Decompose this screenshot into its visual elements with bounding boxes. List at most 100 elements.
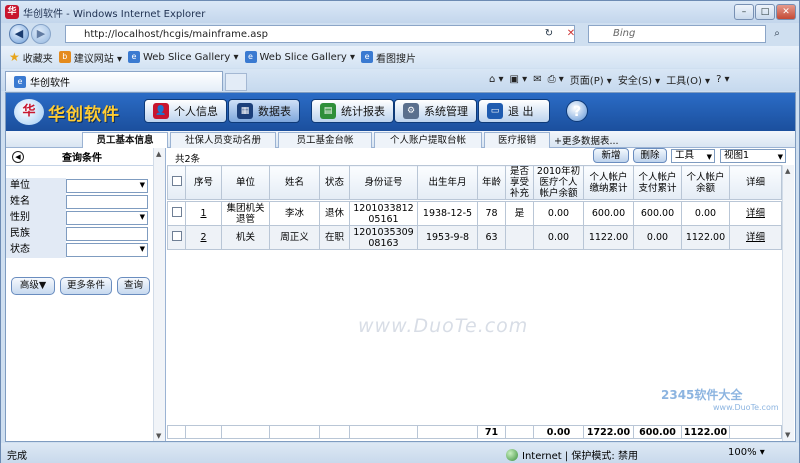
detail-link[interactable]: 详细 xyxy=(729,225,782,250)
home-button[interactable]: ⌂ ▾ xyxy=(489,74,504,85)
zoom-level[interactable]: 100% ▾ xyxy=(728,447,765,458)
table-header-row: 序号 单位 姓名 状态 身份证号 出生年月 年龄 是否享受补充 2010年初医疗… xyxy=(167,165,782,200)
data-table-button[interactable]: ▦ 数据表 xyxy=(228,99,300,123)
column-header[interactable]: 个人帐户余额 xyxy=(681,165,730,200)
more-tables-link[interactable]: +更多数据表... xyxy=(554,133,619,147)
logout-button[interactable]: ▭ 退 出 xyxy=(478,99,550,123)
column-header[interactable]: 序号 xyxy=(185,165,222,200)
column-header[interactable]: 2010年初医疗个人帐户余额 xyxy=(533,165,584,200)
total-balance-2010: 0.00 xyxy=(533,425,584,439)
favorites-item-webslice-2[interactable]: e Web Slice Gallery ▾ xyxy=(244,51,355,63)
tab-account-withdrawal[interactable]: 个人账户提取台帐 xyxy=(374,132,482,148)
star-icon: ★ xyxy=(9,50,20,64)
address-field[interactable]: http://localhost/hcgis/mainframe.asp xyxy=(65,25,575,43)
search-input[interactable]: Bing xyxy=(588,25,766,43)
checkbox[interactable] xyxy=(171,176,182,186)
column-header[interactable]: 姓名 xyxy=(269,165,320,200)
globe-icon xyxy=(506,448,518,461)
personal-info-button[interactable]: 👤 个人信息 xyxy=(144,99,227,123)
stop-icon[interactable]: ✕ xyxy=(563,26,579,42)
row-checkbox[interactable] xyxy=(171,207,182,217)
grid-scrollbar[interactable]: ▲ ▼ xyxy=(782,165,794,441)
back-button[interactable]: ◀ xyxy=(9,24,29,44)
advanced-button[interactable]: 高级▼ xyxy=(11,277,55,295)
table-row[interactable]: 1 集团机关退管 李冰 退休 120103381205161 1938-12-5… xyxy=(167,201,782,226)
table-row[interactable]: 2 机关 周正义 在职 120103530908163 1953-9-8 63 … xyxy=(167,225,782,250)
column-header[interactable]: 年龄 xyxy=(477,165,506,200)
search-icon[interactable]: ⌕ xyxy=(769,26,785,42)
delete-record-button[interactable]: 删除 xyxy=(633,148,667,163)
title-bar: 华 华创软件 - Windows Internet Explorer – □ ✕ xyxy=(1,1,799,23)
browser-tab[interactable]: e 华创软件 xyxy=(5,71,223,91)
favorites-item-suggested[interactable]: b 建议网站 ▾ xyxy=(58,50,122,65)
unit-select[interactable]: ▼ xyxy=(66,179,148,193)
help-icon[interactable]: ? xyxy=(566,100,588,122)
tools-select[interactable]: 工具 ▼ xyxy=(671,149,715,163)
logo-icon: 华 xyxy=(14,99,44,125)
column-header[interactable]: 状态 xyxy=(319,165,350,200)
cell-spent-total: 600.00 xyxy=(633,201,682,226)
view-select[interactable]: 视图1 ▼ xyxy=(720,149,786,163)
cell-supplement xyxy=(505,225,534,250)
status-select[interactable]: ▼ xyxy=(66,243,148,257)
column-header[interactable]: 个人帐户缴纳累计 xyxy=(583,165,634,200)
print-button[interactable]: ⎙ ▾ xyxy=(548,74,564,85)
browser-window: 华 华创软件 - Windows Internet Explorer – □ ✕… xyxy=(0,0,800,463)
new-record-button[interactable]: 新增 xyxy=(593,148,629,163)
name-input[interactable] xyxy=(66,195,148,209)
cell-balance: 0.00 xyxy=(681,201,730,226)
favorites-button[interactable]: ★ 收藏夹 xyxy=(9,50,53,65)
row-checkbox[interactable] xyxy=(171,231,182,241)
column-header[interactable]: 身份证号 xyxy=(349,165,418,200)
stat-report-button[interactable]: ▤ 统计报表 xyxy=(311,99,394,123)
detail-link[interactable]: 详细 xyxy=(729,201,782,226)
query-panel: ◀ 查询条件 单位 ▼ 姓名 性别 ▼ 民族 状态 ▼ 高级▼ 更多条件 查询 … xyxy=(6,148,166,441)
row-seq-link[interactable]: 1 xyxy=(185,201,222,226)
query-button[interactable]: 查询 xyxy=(117,277,150,295)
column-header[interactable]: 个人帐户支付累计 xyxy=(633,165,682,200)
collapse-icon[interactable]: ◀ xyxy=(12,150,24,163)
page-menu[interactable]: 页面(P) ▾ xyxy=(570,72,612,87)
window-title: 华创软件 - Windows Internet Explorer xyxy=(23,8,206,20)
help-menu[interactable]: ? ▾ xyxy=(716,74,730,85)
column-header[interactable]: 详细 xyxy=(729,165,782,200)
favorites-item-webslice-1[interactable]: e Web Slice Gallery ▾ xyxy=(127,51,239,63)
tools-menu[interactable]: 工具(O) ▾ xyxy=(666,72,710,87)
scroll-down-icon[interactable]: ▼ xyxy=(156,432,161,440)
feeds-button[interactable]: ▣ ▾ xyxy=(510,74,528,85)
favorites-item-images[interactable]: e 看图搜片 xyxy=(361,50,416,65)
select-all-cell[interactable] xyxy=(167,165,186,200)
query-panel-scrollbar[interactable]: ▲ ▼ xyxy=(153,148,165,441)
tab-social-security-changes[interactable]: 社保人员变动名册 xyxy=(170,132,276,148)
safety-menu[interactable]: 安全(S) ▾ xyxy=(618,72,660,87)
maximize-button[interactable]: □ xyxy=(755,4,775,20)
gender-select[interactable]: ▼ xyxy=(66,211,148,225)
refresh-icon[interactable]: ↻ xyxy=(541,26,557,42)
forward-button[interactable]: ▶ xyxy=(31,24,51,44)
tab-employee-fund[interactable]: 员工基金台帐 xyxy=(278,132,372,148)
scroll-down-icon[interactable]: ▼ xyxy=(785,431,790,439)
total-age: 71 xyxy=(477,425,506,439)
mail-button[interactable]: ✉ xyxy=(533,74,541,85)
column-header[interactable]: 是否享受补充 xyxy=(505,165,534,200)
tab-employee-basic[interactable]: 员工基本信息 xyxy=(82,132,168,149)
cell-birth: 1953-9-8 xyxy=(417,225,478,250)
column-header[interactable]: 单位 xyxy=(221,165,270,200)
url-text: http://localhost/hcgis/mainframe.asp xyxy=(84,28,268,40)
minimize-button[interactable]: – xyxy=(734,4,754,20)
close-button[interactable]: ✕ xyxy=(776,4,796,20)
row-seq-link[interactable]: 2 xyxy=(185,225,222,250)
scroll-up-icon[interactable]: ▲ xyxy=(785,167,790,175)
watermark-url: www.DuoTe.com xyxy=(713,403,779,412)
system-admin-button[interactable]: ⚙ 系统管理 xyxy=(394,99,477,123)
scroll-up-icon[interactable]: ▲ xyxy=(156,150,161,158)
new-tab-button[interactable] xyxy=(225,73,247,91)
ie-icon: e xyxy=(361,51,374,63)
tab-medical-reimbursement[interactable]: 医疗报销 xyxy=(484,132,550,148)
more-conditions-button[interactable]: 更多条件 xyxy=(60,277,112,295)
ethnicity-input[interactable] xyxy=(66,227,148,241)
cell-id-number: 120103381205161 xyxy=(349,201,418,226)
browser-tab-strip: e 华创软件 ⌂ ▾ ▣ ▾ ✉ ⎙ ▾ 页面(P) ▾ 安全(S) ▾ 工具(… xyxy=(1,69,799,91)
column-header[interactable]: 出生年月 xyxy=(417,165,478,200)
filter-status: 状态 ▼ xyxy=(6,242,152,258)
